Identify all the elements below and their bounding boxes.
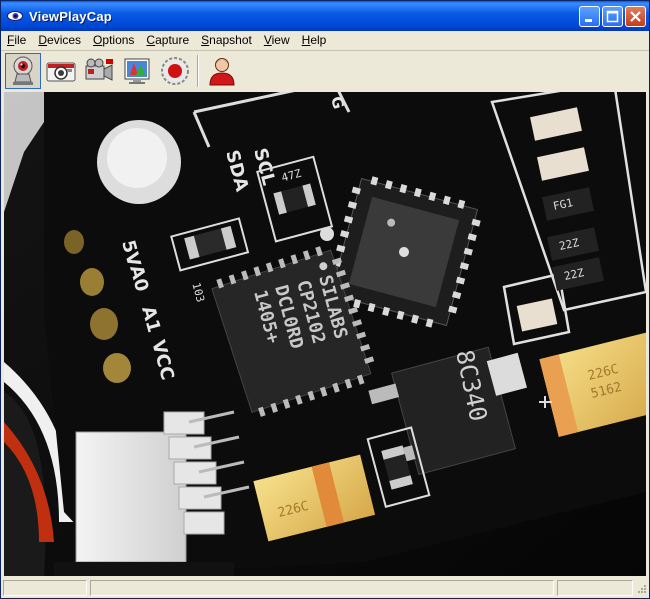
video-capture-button[interactable] [81,53,117,89]
video-settings-icon [124,58,150,84]
menu-help-label: elp [310,33,327,47]
menu-file[interactable]: File [1,31,32,50]
menu-devices-mnemonic: D [38,33,48,47]
maximize-button[interactable] [602,6,623,27]
minimize-button[interactable] [579,6,600,27]
status-pane-2 [90,580,554,596]
close-icon [630,11,641,22]
app-window: ViewPlayCap File Devices Options Capture… [0,0,650,599]
menu-options-label: ptions [102,33,135,47]
close-button[interactable] [625,6,646,27]
title-bar[interactable]: ViewPlayCap [1,1,649,31]
user-icon [209,58,235,86]
toolbar-separator [197,55,198,87]
menu-capture-label: apture [155,33,190,47]
resize-grip-icon[interactable] [635,584,647,596]
menu-devices-label: evices [47,33,82,47]
menu-view-mnemonic: V [263,33,272,47]
menu-devices[interactable]: Devices [32,31,87,50]
video-camera-icon [85,58,113,81]
snapshot-camera-icon [46,62,76,82]
snapshot-button[interactable] [43,53,79,89]
app-eye-icon [7,11,23,21]
minimize-icon [585,19,592,22]
menu-capture[interactable]: Capture [140,31,195,50]
menu-snapshot-mnemonic: S [201,33,210,47]
menu-view-label: iew [271,33,290,47]
status-pane-1 [3,580,87,596]
menu-help[interactable]: Help [296,31,333,50]
camera-frame-image: 5V A0 A1 VCC SCL SDA G 47Z 103 SILABS CP… [4,92,646,576]
menu-snapshot[interactable]: Snapshot [195,31,258,50]
menu-bar: File Devices Options Capture Snapshot Vi… [1,31,649,50]
record-icon [161,57,189,85]
menu-view[interactable]: View [258,31,296,50]
menu-snapshot-label: napshot [209,33,252,47]
webcam-preview-icon [13,56,33,85]
menu-file-label: ile [14,33,27,47]
preview-button[interactable] [5,53,41,89]
toolbar [1,51,649,91]
video-preview[interactable]: 5V A0 A1 VCC SCL SDA G 47Z 103 SILABS CP… [4,92,646,576]
menu-options-mnemonic: O [93,33,103,47]
window-title: ViewPlayCap [29,8,112,24]
status-bar [1,579,649,598]
menu-options[interactable]: Options [87,31,140,50]
video-settings-button[interactable] [119,53,155,89]
record-button[interactable] [157,53,193,89]
menu-capture-mnemonic: C [146,33,156,47]
status-pane-3 [557,580,633,596]
user-button[interactable] [204,53,240,89]
maximize-icon [606,10,619,23]
